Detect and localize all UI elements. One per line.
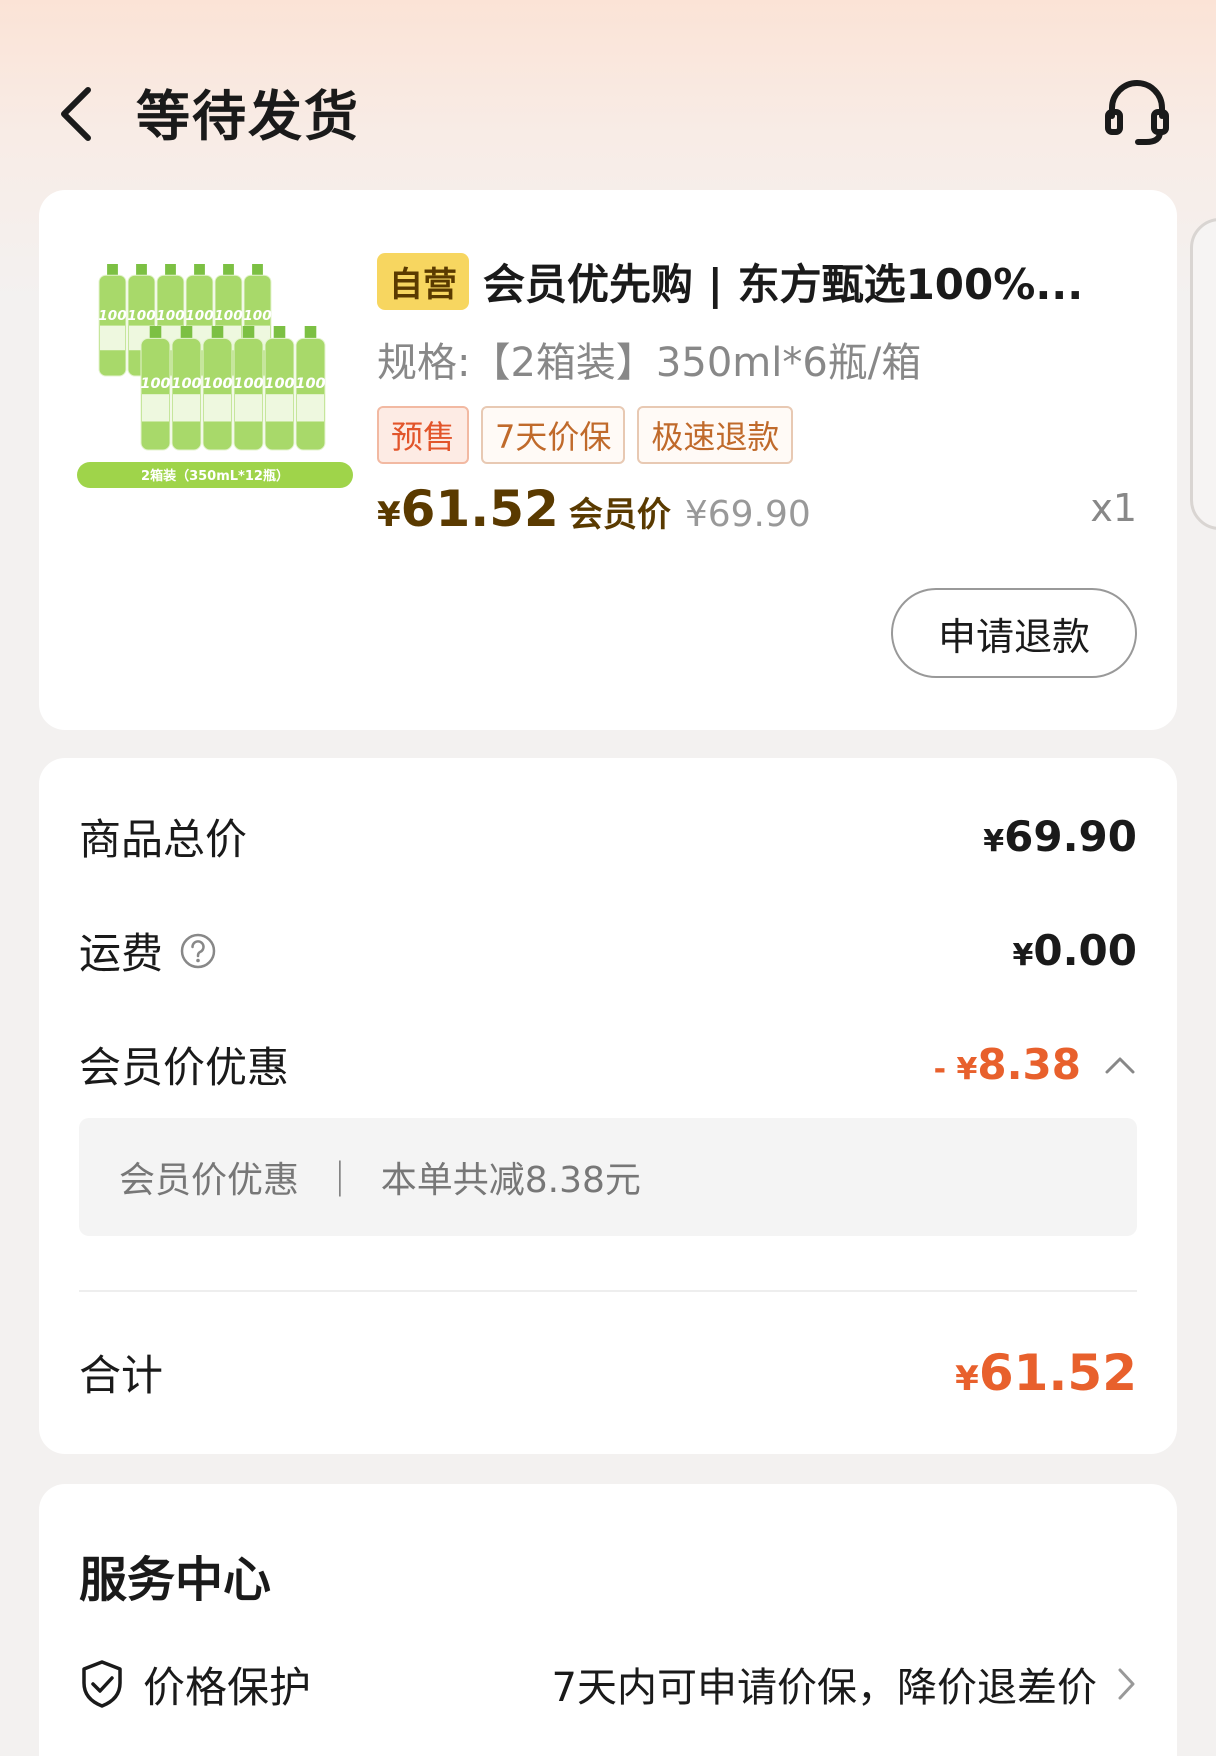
product-bottle: 100 xyxy=(140,326,171,451)
tag-price-protection: 7天价保 xyxy=(481,406,626,464)
goods-total-amount: 69.90 xyxy=(1004,812,1137,861)
price-summary-card: 商品总价 ¥69.90 运费 ¥0.00 会员价优惠 - ¥8.38 会员价优惠… xyxy=(39,758,1177,1454)
product-tags: 预售 7天价保 极速退款 xyxy=(377,406,794,464)
quantity: x1 xyxy=(1090,486,1137,530)
member-price-value: 61.52 xyxy=(400,480,559,538)
shipping-currency: ¥ xyxy=(1012,938,1034,973)
header: 等待发货 xyxy=(0,0,1216,190)
service-center-title: 服务中心 xyxy=(79,1552,272,1608)
goods-total-label: 商品总价 xyxy=(79,815,248,864)
shipping-row: 运费 ¥0.00 xyxy=(79,920,1137,981)
page-title: 等待发货 xyxy=(136,85,360,148)
service-item-desc: 7天内可申请价保，降价退差价 xyxy=(551,1665,1097,1711)
product-bottle-label: 100 xyxy=(233,376,263,392)
product-bottle: 100 xyxy=(202,326,233,451)
product-bottle-label: 100 xyxy=(98,308,126,324)
total-value: ¥61.52 xyxy=(955,1344,1137,1402)
shipping-label: 运费 xyxy=(79,929,164,978)
total-currency: ¥ xyxy=(955,1358,979,1399)
member-discount-value-group: - ¥8.38 xyxy=(934,1040,1137,1089)
total-label: 合计 xyxy=(79,1351,164,1400)
product-image-caption: 2箱装（350mL*12瓶） xyxy=(141,468,289,484)
product-card: 100 100 100 100 100 100 100 100 100 100 100 100 2箱… xyxy=(39,190,1177,730)
shipping-value: ¥0.00 xyxy=(1012,926,1137,975)
tag-fast-refund: 极速退款 xyxy=(637,406,794,464)
original-price: ¥69.90 xyxy=(684,494,811,535)
product-title[interactable]: 自营 会员优先购 | 东方甄选100%... xyxy=(377,252,1147,310)
product-bottle: 100 xyxy=(171,326,202,451)
product-bottle-label: 100 xyxy=(243,308,271,324)
member-price-label: 会员价 xyxy=(568,495,671,535)
product-bottle-label: 100 xyxy=(185,308,213,324)
discount-detail-panel: 会员价优惠 ｜ 本单共减8.38元 xyxy=(79,1118,1137,1236)
product-bottle: 100 xyxy=(295,326,326,451)
product-bottle-label: 100 xyxy=(140,376,170,392)
member-price: ¥61.52 xyxy=(377,480,559,538)
goods-total-currency: ¥ xyxy=(983,824,1005,859)
product-bottle: 100 xyxy=(98,264,127,377)
service-center-card: 服务中心 价格保护 7天内可申请价保，降价退差价 xyxy=(39,1484,1177,1756)
member-discount-value: - ¥8.38 xyxy=(934,1040,1081,1089)
side-drawer-handle[interactable] xyxy=(1190,218,1216,530)
help-question-icon[interactable] xyxy=(179,932,217,970)
product-bottle: 100 xyxy=(233,326,264,451)
member-discount-row[interactable]: 会员价优惠 - ¥8.38 xyxy=(79,1034,1137,1095)
self-operated-badge: 自营 xyxy=(377,252,469,310)
member-discount-amount: 8.38 xyxy=(977,1040,1081,1089)
tag-presale: 预售 xyxy=(377,406,470,464)
product-price-row: ¥61.52 会员价 ¥69.90 xyxy=(377,480,811,538)
product-spec: 规格:【2箱装】350ml*6瓶/箱 xyxy=(377,340,922,386)
apply-refund-button[interactable]: 申请退款 xyxy=(891,588,1137,678)
product-bottle: 100 xyxy=(264,326,295,451)
shipping-label-group: 运费 xyxy=(79,920,217,981)
member-discount-label: 会员价优惠 xyxy=(79,1043,290,1092)
service-item-name: 价格保护 xyxy=(143,1662,312,1712)
total-row: 合计 ¥61.52 xyxy=(79,1342,1137,1403)
product-bottle-label: 100 xyxy=(127,308,155,324)
total-amount: 61.52 xyxy=(978,1343,1137,1402)
shipping-amount: 0.00 xyxy=(1033,926,1137,975)
back-arrow-icon[interactable] xyxy=(56,84,96,144)
product-bottle-label: 100 xyxy=(156,308,184,324)
customer-service-headset-icon[interactable] xyxy=(1104,78,1170,148)
product-image[interactable]: 100 100 100 100 100 100 100 100 100 100 100 100 2箱… xyxy=(77,240,353,506)
product-name: 会员优先购 | 东方甄选100%... xyxy=(483,259,1084,309)
product-bottle-label: 100 xyxy=(171,376,201,392)
chevron-right-icon[interactable] xyxy=(1115,1666,1137,1702)
goods-total-value: ¥69.90 xyxy=(983,812,1137,861)
chevron-up-icon[interactable] xyxy=(1103,1054,1137,1076)
member-discount-prefix: - ¥ xyxy=(933,1052,978,1087)
product-bottle-label: 100 xyxy=(214,308,242,324)
goods-total-row: 商品总价 ¥69.90 xyxy=(79,806,1137,867)
divider xyxy=(79,1290,1137,1292)
shield-check-icon xyxy=(82,1660,122,1708)
member-price-currency: ¥ xyxy=(377,495,401,535)
product-bottle-label: 100 xyxy=(202,376,232,392)
service-item-price-protection[interactable]: 价格保护 7天内可申请价保，降价退差价 xyxy=(79,1654,1137,1714)
product-bottle-label: 100 xyxy=(264,376,294,392)
product-bottle-label: 100 xyxy=(295,376,325,392)
